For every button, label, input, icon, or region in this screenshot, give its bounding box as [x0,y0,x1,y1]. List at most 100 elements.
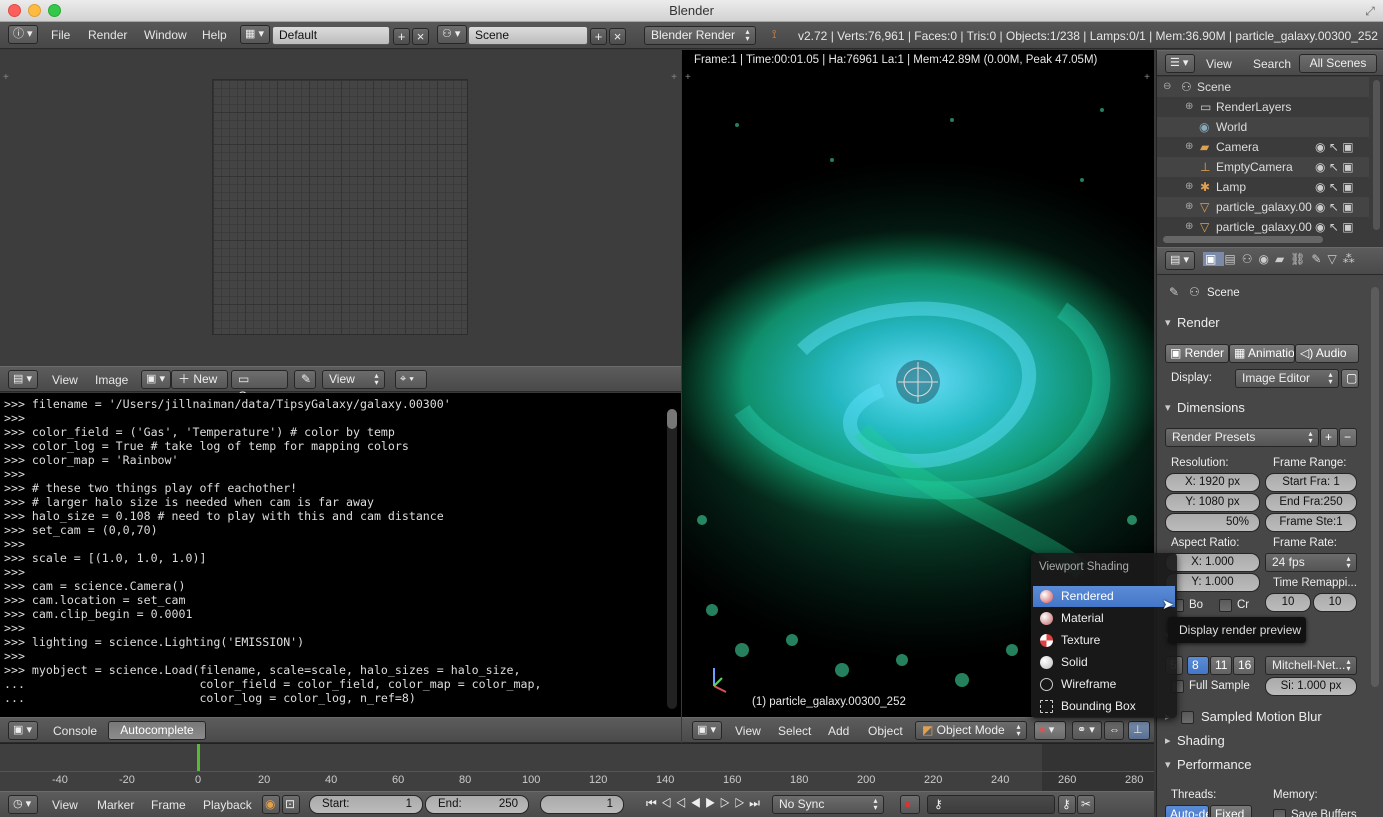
outliner-row-particle-galaxy-1[interactable]: ⊕ ▽ particle_galaxy.00 ◉ ↖ ▣ [1157,197,1369,217]
add-scene-button[interactable]: + [590,28,607,45]
threads-fixed-button[interactable]: Fixed [1210,805,1252,817]
frame-start-field[interactable]: Start Fra: 1 [1265,473,1357,492]
zoom-window-button[interactable] [48,4,61,17]
editor-type-console-button[interactable]: ▣ ▾ [8,721,38,740]
console-menu[interactable]: Console [53,724,97,738]
render-engine-dropdown[interactable]: Blender Render [644,26,756,45]
timeline-view-menu[interactable]: View [52,798,78,812]
outliner-row-world[interactable]: ◉ World [1157,117,1369,137]
frame-rate-dropdown[interactable]: 24 fps [1265,553,1357,572]
image-view-menu[interactable]: View [52,373,78,387]
outliner-view-menu[interactable]: View [1206,57,1232,71]
playback-controls[interactable]: ⏮◁◁◀▶▷▷⏭ [646,796,764,811]
editor-type-info-button[interactable]: ⓘ ▾ [8,25,38,44]
remove-preset-button[interactable]: − [1339,428,1357,447]
timeline-frame-menu[interactable]: Frame [151,798,186,812]
save-buffers-checkbox[interactable] [1273,809,1286,817]
outliner[interactable]: ☰ ▾ View Search All Scenes ⊖ ⚇ Scene ⊕ ▭… [1156,50,1383,246]
threads-auto-detect-button[interactable]: Auto-det [1165,805,1209,817]
viewport-select-menu[interactable]: Select [778,724,811,738]
interaction-mode-dropdown[interactable]: ◩ Object Mode [915,721,1027,740]
outliner-row-lamp[interactable]: ⊕ ✱ Lamp ◉ ↖ ▣ [1157,177,1369,197]
python-console[interactable]: >>> filename = '/Users/jillnaiman/data/T… [0,393,681,717]
pivot-point-icon[interactable]: ⚭ ▾ [1072,721,1102,740]
context-tabs[interactable]: ▣ ▤⚇◉▰⛓✎▽⁂ [1203,252,1377,271]
fullscreen-icon[interactable]: ⤢ [1363,4,1377,18]
aspect-y-field[interactable]: Y: 1.000 [1165,573,1260,592]
timeline-marker-menu[interactable]: Marker [97,798,134,812]
area-split-handle[interactable]: + [685,72,691,83]
editor-type-properties-button[interactable]: ▤ ▾ [1165,251,1195,270]
render-audio-button[interactable]: ◁) Audio [1295,344,1359,363]
manipulator-icon[interactable]: ⇔ [1104,721,1124,740]
dimensions-panel-header[interactable]: Dimensions [1163,397,1369,419]
keying-set-field[interactable]: ⚷ [927,795,1055,814]
viewport-object-menu[interactable]: Object [868,724,903,738]
display-mode-dropdown[interactable]: All Scenes [1299,54,1377,73]
shading-solid-item[interactable]: Solid [1033,652,1175,673]
aa-samples-11[interactable]: 11 [1210,656,1232,675]
close-window-button[interactable] [8,4,21,17]
shading-texture-item[interactable]: Texture [1033,630,1175,651]
viewport-view-menu[interactable]: View [735,724,761,738]
screen-layout-icon[interactable]: ▦ ▾ [240,25,270,44]
new-image-button[interactable]: ＋ New [171,370,228,389]
time-remap-old-field[interactable]: 10 [1265,593,1311,612]
outliner-row-particle-galaxy-2[interactable]: ⊕ ▽ particle_galaxy.00 ◉ ↖ ▣ [1157,217,1369,237]
frame-end-timeline-field[interactable]: End: 250 [425,795,529,814]
shading-panel-header[interactable]: Shading [1163,730,1369,752]
pivot-icon[interactable]: ⌖ ▾ [395,370,427,389]
add-preset-button[interactable]: + [1320,428,1338,447]
menu-render[interactable]: Render [88,28,127,42]
resolution-percentage-field[interactable]: 50% [1165,513,1260,532]
minimize-window-button[interactable] [28,4,41,17]
area-split-handle[interactable]: + [671,72,677,83]
editor-type-image-button[interactable]: ▤ ▾ [8,370,38,389]
image-view-dropdown[interactable]: View [322,370,385,389]
aspect-x-field[interactable]: X: 1.000 [1165,553,1260,572]
frame-end-field[interactable]: End Fra:250 [1265,493,1357,512]
resolution-y-field[interactable]: Y: 1080 px [1165,493,1260,512]
outliner-search-menu[interactable]: Search [1253,57,1291,71]
outliner-row-renderlayers[interactable]: ⊕ ▭ RenderLayers [1157,97,1369,117]
shading-wireframe-item[interactable]: Wireframe [1033,674,1175,695]
crop-checkbox[interactable] [1219,599,1232,612]
image-editor[interactable]: + + [0,50,681,366]
console-scrollbar[interactable] [667,409,677,709]
pin-icon[interactable]: ✎ [1169,285,1179,299]
editor-type-outliner-button[interactable]: ☰ ▾ [1165,54,1195,73]
transform-manipulator-icon[interactable]: ⊥ [1128,721,1150,740]
timeline[interactable]: -40 -20 0 20 40 60 80 100 120 140 160 18… [0,743,1154,791]
remove-scene-button[interactable]: × [609,28,626,45]
time-remap-new-field[interactable]: 10 [1313,593,1357,612]
aa-samples-16[interactable]: 16 [1233,656,1255,675]
render-animation-button[interactable]: ▦ Animatio [1229,344,1295,363]
shading-bounding-box-item[interactable]: Bounding Box [1033,696,1175,717]
filter-size-field[interactable]: Si: 1.000 px [1265,677,1357,696]
browse-image-icon[interactable]: ▣ ▾ [141,370,171,389]
current-frame-marker[interactable] [197,744,200,772]
add-layout-button[interactable]: + [393,28,410,45]
menu-help[interactable]: Help [202,28,227,42]
render-presets-dropdown[interactable]: Render Presets [1165,428,1319,447]
outliner-row-camera[interactable]: ⊕ ▰ Camera ◉ ↖ ▣ [1157,137,1369,157]
preview-range-icon[interactable]: ◉ [262,795,280,814]
sync-mode-dropdown[interactable]: No Sync [772,795,884,814]
viewport-shading-button[interactable]: ● ▾ [1034,721,1066,740]
delete-keyframe-icon[interactable]: ✂ [1077,795,1095,814]
editor-type-3dview-button[interactable]: ▣ ▾ [692,721,722,740]
open-image-button[interactable]: ▭ Open [231,370,288,403]
properties-scrollbar[interactable] [1371,287,1379,687]
outliner-row-emptycamera[interactable]: ⊥ EmptyCamera ◉ ↖ ▣ [1157,157,1369,177]
current-frame-field[interactable]: 1 [540,795,624,814]
frame-start-timeline-field[interactable]: Start: 1 [309,795,423,814]
scene-field[interactable]: Scene [468,26,588,45]
image-menu[interactable]: Image [95,373,128,387]
shading-material-item[interactable]: Material [1033,608,1175,629]
insert-keyframe-icon[interactable]: ⚷ [1058,795,1076,814]
aa-filter-dropdown[interactable]: Mitchell-Net... [1265,656,1357,675]
lock-icon[interactable]: ⊡ [282,795,300,814]
sampled-motion-blur-panel[interactable]: Sampled Motion Blur [1163,706,1369,728]
properties-editor[interactable]: ▤ ▾ ▣▤⚇◉▰⛓✎▽⁂ ✎ ⚇ Scene Render ▣ Render … [1156,247,1383,817]
pin-icon[interactable]: ✎ [294,370,316,389]
